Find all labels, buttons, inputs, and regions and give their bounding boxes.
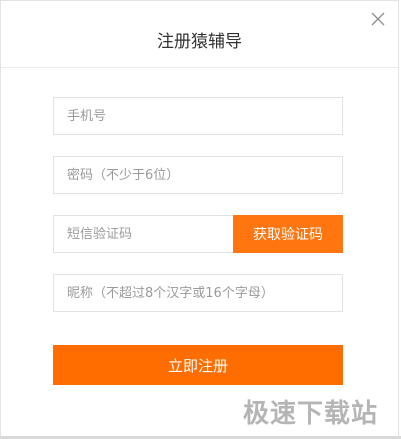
register-button[interactable]: 立即注册	[53, 345, 343, 385]
header-divider	[1, 67, 398, 68]
get-sms-code-button[interactable]: 获取验证码	[233, 215, 343, 253]
register-dialog: 注册猿辅导 获取验证码 立即注册 极速下载站	[0, 0, 399, 437]
nickname-input[interactable]	[53, 274, 343, 312]
phone-input[interactable]	[53, 97, 343, 135]
close-icon[interactable]	[370, 11, 386, 27]
dialog-title: 注册猿辅导	[157, 32, 242, 52]
watermark-logo: 极速下载站	[242, 399, 378, 429]
sms-code-input[interactable]	[53, 215, 234, 253]
password-input[interactable]	[53, 156, 343, 194]
